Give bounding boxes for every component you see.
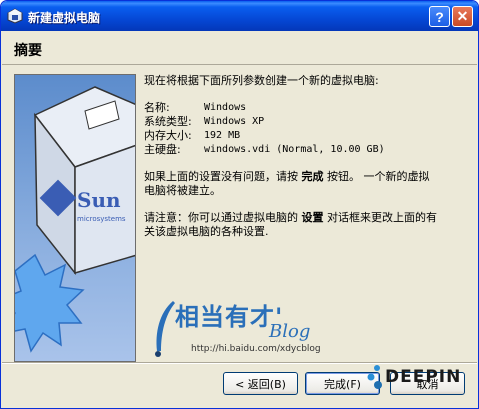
close-button[interactable]: ✕ xyxy=(452,6,473,27)
detail-label: 系统类型: xyxy=(144,115,192,128)
note-text: 请注意：你可以通过虚拟电脑的 xyxy=(144,211,298,224)
virtualbox-illustration: Sun microsystems xyxy=(14,74,136,362)
note-text-tail: 对话框来更改上面的有 xyxy=(327,211,437,224)
detail-row-name: 名称: Windows xyxy=(144,101,469,115)
help-button[interactable]: ? xyxy=(429,6,450,27)
title-bar[interactable]: 新建虚拟电脑 ? ✕ xyxy=(1,1,478,31)
droplet-icon xyxy=(367,365,382,389)
detail-value: Windows xyxy=(204,102,247,113)
confirm-paragraph: 如果上面的设置没有问题，请按 完成 按钮。 一个新的虚拟 电脑将被建立。 xyxy=(144,170,469,198)
detail-label: 内存大小: xyxy=(144,129,192,142)
detail-row-memory: 内存大小: 192 MB xyxy=(144,129,469,143)
blog-watermark: 相当有才' Blog http://hi.baidu.com/xdycblog xyxy=(151,293,351,363)
deepin-text: DEEPIN xyxy=(385,367,462,387)
detail-value: windows.vdi (Normal, 10.00 GB) xyxy=(204,144,385,155)
watermark-blog: Blog xyxy=(269,321,311,342)
detail-label: 主硬盘: xyxy=(144,143,181,156)
detail-value: Windows XP xyxy=(204,116,265,127)
note-text-line2: 关该虚拟电脑的各种设置. xyxy=(144,225,269,238)
intro-text: 现在将根据下面所列参数创建一个新的虚拟电脑: xyxy=(144,74,379,87)
confirm-text: 如果上面的设置没有问题，请按 xyxy=(144,170,298,183)
detail-row-hard-disk: 主硬盘: windows.vdi (Normal, 10.00 GB) xyxy=(144,143,469,157)
detail-value: 192 MB xyxy=(204,130,241,141)
detail-row-os-type: 系统类型: Windows XP xyxy=(144,115,469,129)
deepin-logo: DEEPIN xyxy=(363,361,473,395)
page-header: 摘要 xyxy=(2,31,477,65)
note-paragraph: 请注意：你可以通过虚拟电脑的 设置 对话框来更改上面的有 关该虚拟电脑的各种设置… xyxy=(144,211,469,239)
back-button[interactable]: < 返回(B) xyxy=(223,372,298,395)
virtualbox-icon xyxy=(7,8,23,24)
svg-text:microsystems: microsystems xyxy=(77,215,126,223)
window-title: 新建虚拟电脑 xyxy=(28,11,101,25)
svg-text:Sun: Sun xyxy=(77,188,121,212)
wizard-window: 新建虚拟电脑 ? ✕ 摘要 Sun microsystems 现在将根据下面所列… xyxy=(0,0,479,409)
confirm-text-line2: 电脑将被建立。 xyxy=(144,184,221,197)
detail-label: 名称: xyxy=(144,101,170,114)
confirm-text-tail: 按钮。 一个新的虚拟 xyxy=(327,170,430,183)
settings-keyword: 设置 xyxy=(301,211,324,224)
page-title: 摘要 xyxy=(14,43,42,59)
summary-content: 现在将根据下面所列参数创建一个新的虚拟电脑: 名称: Windows 系统类型:… xyxy=(144,74,469,239)
watermark-url: http://hi.baidu.com/xdycblog xyxy=(191,344,321,354)
watermark-brand: 相当有才' xyxy=(175,303,284,331)
finish-keyword: 完成 xyxy=(301,170,324,183)
summary-details: 名称: Windows 系统类型: Windows XP 内存大小: 192 M… xyxy=(144,101,469,157)
